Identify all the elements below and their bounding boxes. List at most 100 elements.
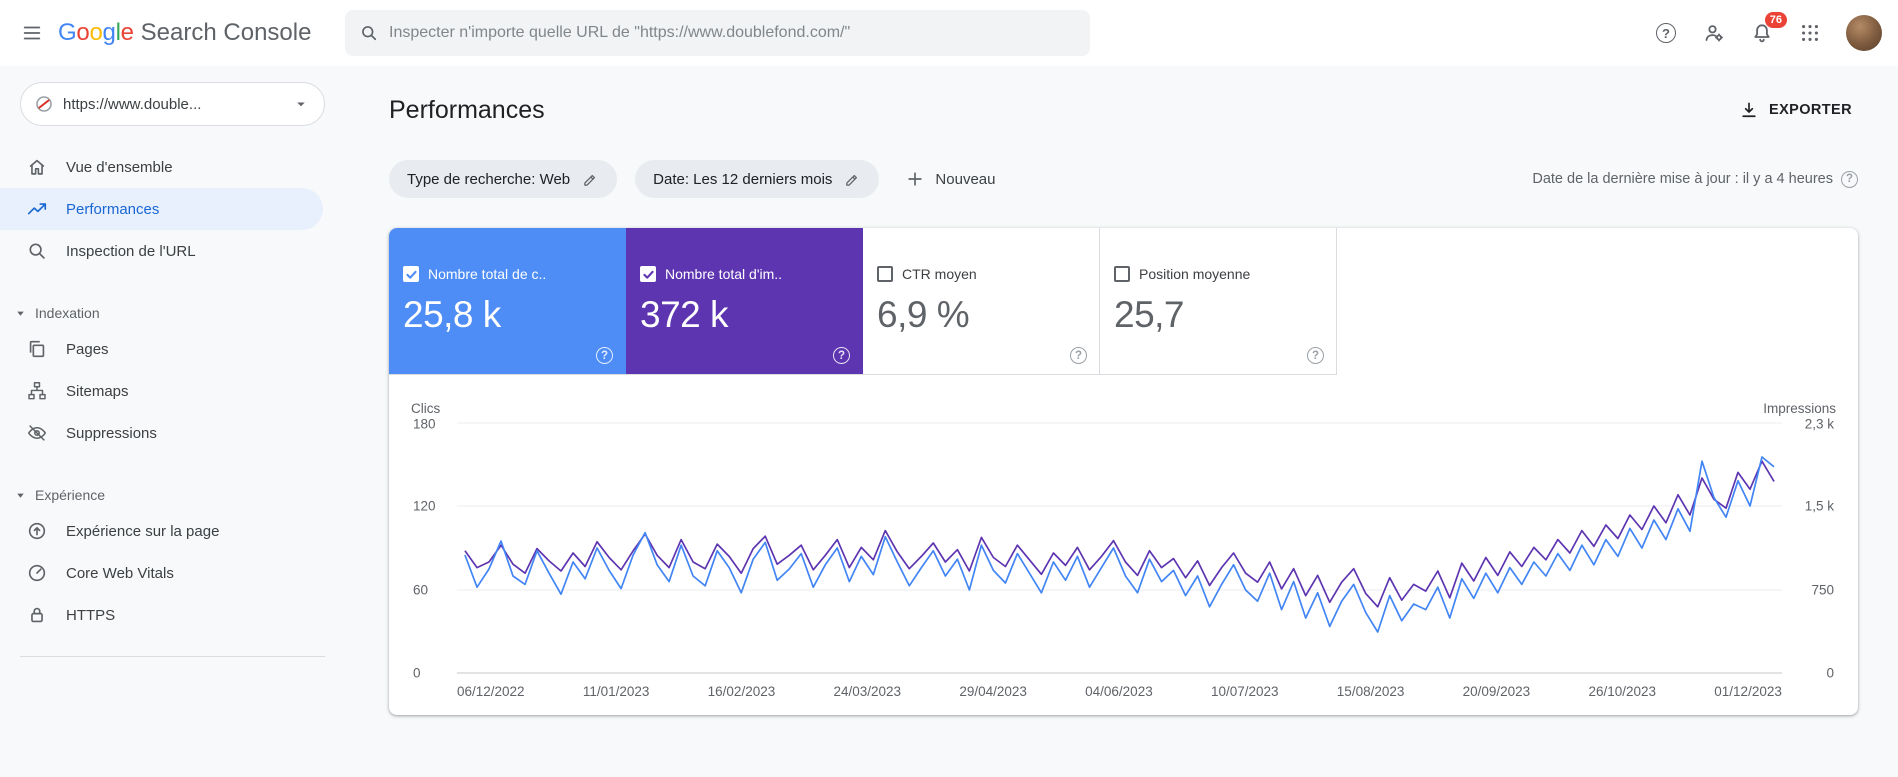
metric-value: 372 k: [640, 294, 729, 335]
axis-tick: 0: [413, 665, 421, 681]
sidebar-item-label: Core Web Vitals: [66, 564, 174, 582]
help-icon[interactable]: ?: [1070, 347, 1087, 364]
user-gear-icon: [1702, 21, 1726, 45]
new-filter-label: Nouveau: [935, 170, 996, 188]
hamburger-icon: [21, 22, 43, 44]
main-content: Performances EXPORTER Type de recherche:…: [345, 66, 1898, 777]
sidebar-item-performances[interactable]: Performances: [0, 188, 323, 230]
x-axis-label: 04/06/2023: [1085, 684, 1153, 699]
left-axis: 180 120 60 0: [411, 417, 457, 681]
magnifier-icon: [26, 240, 48, 262]
section-label: Indexation: [35, 305, 100, 321]
x-axis-label: 29/04/2023: [959, 684, 1027, 699]
sidebar-item-suppressions[interactable]: Suppressions: [0, 412, 323, 454]
sidebar-item-url-inspection[interactable]: Inspection de l'URL: [0, 230, 323, 272]
search-input[interactable]: [389, 24, 1076, 42]
product-name: Search Console: [140, 19, 312, 46]
avatar[interactable]: [1846, 15, 1882, 51]
chevron-down-icon: [15, 490, 26, 501]
last-update-text: Date de la dernière mise à jour : il y a…: [1532, 171, 1833, 187]
topbar-left: Google Search Console: [0, 11, 345, 55]
gauge-icon: [26, 562, 48, 584]
metric-value: 6,9 %: [877, 294, 970, 335]
performance-line-chart[interactable]: [457, 422, 1782, 674]
x-axis-label: 20/09/2023: [1462, 684, 1531, 699]
x-axis-label: 10/07/2023: [1210, 684, 1279, 699]
sidebar-item-label: Pages: [66, 340, 109, 358]
filter-chip-date[interactable]: Date: Les 12 derniers mois: [635, 160, 880, 198]
sidebar-item-overview[interactable]: Vue d'ensemble: [0, 146, 323, 188]
checkbox-icon[interactable]: [403, 266, 419, 282]
help-icon: ?: [1656, 23, 1676, 43]
x-axis-label: 06/12/2022: [457, 684, 525, 699]
help-icon[interactable]: ?: [1841, 170, 1858, 188]
metric-value: 25,8 k: [403, 294, 501, 335]
filter-row: Type de recherche: Web Date: Les 12 dern…: [389, 160, 1858, 198]
trending-up-icon: [26, 198, 48, 220]
metric-tiles: Nombre total de c.. 25,8 k ? Nombre tota…: [389, 228, 1337, 375]
x-axis-label: 16/02/2023: [707, 684, 776, 699]
chart-area: Clics Impressions 180 120 60 0 2,3 k 1,5…: [389, 375, 1858, 699]
sitemap-icon: [26, 380, 48, 402]
section-header-indexation[interactable]: Indexation: [0, 298, 345, 328]
sidebar-item-label: Vue d'ensemble: [66, 158, 173, 176]
sidebar-section-experience: Expérience Expérience sur la page Core W…: [0, 480, 345, 636]
property-label: https://www.double...: [63, 95, 202, 113]
metric-card-ctr[interactable]: CTR moyen 6,9 % ?: [863, 228, 1100, 374]
right-axis-caption: Impressions: [1763, 401, 1836, 416]
sidebar-item-sitemaps[interactable]: Sitemaps: [0, 370, 323, 412]
metric-card-impressions[interactable]: Nombre total d'im.. 372 k ?: [626, 228, 863, 374]
notifications: 76: [1740, 11, 1787, 55]
google-logo-text: Google: [58, 19, 134, 46]
metric-card-clicks[interactable]: Nombre total de c.. 25,8 k ?: [389, 228, 626, 374]
help-button[interactable]: ?: [1644, 11, 1688, 55]
property-selector[interactable]: https://www.double...: [20, 82, 325, 126]
help-icon[interactable]: ?: [596, 347, 613, 364]
filter-label: Type de recherche: Web: [407, 170, 571, 188]
checkbox-icon[interactable]: [640, 266, 656, 282]
sidebar-item-label: Suppressions: [66, 424, 157, 442]
axis-tick: 2,3 k: [1804, 416, 1834, 432]
help-icon[interactable]: ?: [833, 347, 850, 364]
metric-label: Position moyenne: [1139, 266, 1251, 282]
new-filter-button[interactable]: Nouveau: [897, 163, 1003, 195]
axis-tick: 180: [413, 416, 436, 432]
help-icon[interactable]: ?: [1307, 347, 1324, 364]
plus-icon: [905, 169, 925, 189]
eye-off-icon: [26, 422, 48, 444]
filter-chip-search-type[interactable]: Type de recherche: Web: [389, 160, 618, 198]
axis-tick: 120: [413, 498, 436, 514]
download-icon: [1739, 100, 1759, 120]
last-update: Date de la dernière mise à jour : il y a…: [1532, 170, 1858, 188]
pages-icon: [26, 338, 48, 360]
apps-button[interactable]: [1788, 11, 1832, 55]
section-header-experience[interactable]: Expérience: [0, 480, 345, 510]
sidebar-item-label: Performances: [66, 200, 160, 218]
x-axis-label: 01/12/2023: [1714, 684, 1782, 699]
x-axis-label: 24/03/2023: [833, 684, 902, 699]
edit-pencil-icon: [582, 171, 599, 188]
export-button[interactable]: EXPORTER: [1733, 92, 1858, 128]
checkbox-icon[interactable]: [877, 266, 893, 282]
account-settings-button[interactable]: [1692, 11, 1736, 55]
metric-label: Nombre total de c..: [428, 266, 547, 282]
sidebar-section-indexation: Indexation Pages Sitemaps Suppressions: [0, 298, 345, 454]
sidebar-item-core-web-vitals[interactable]: Core Web Vitals: [0, 552, 323, 594]
sidebar-item-pages[interactable]: Pages: [0, 328, 323, 370]
lock-icon: [26, 604, 48, 626]
home-icon: [26, 156, 48, 178]
performance-card: Nombre total de c.. 25,8 k ? Nombre tota…: [389, 228, 1858, 715]
page-title: Performances: [389, 95, 545, 124]
menu-button[interactable]: [10, 11, 54, 55]
url-inspection-searchbar[interactable]: [345, 10, 1090, 56]
metric-label: CTR moyen: [902, 266, 977, 282]
sidebar-item-https[interactable]: HTTPS: [0, 594, 323, 636]
axis-tick: 750: [1811, 582, 1834, 598]
checkbox-icon[interactable]: [1114, 266, 1130, 282]
metric-card-position[interactable]: Position moyenne 25,7 ?: [1100, 228, 1337, 374]
chevron-down-icon: [15, 308, 26, 319]
axis-tick: 0: [1826, 665, 1834, 681]
sidebar-item-label: Sitemaps: [66, 382, 129, 400]
sidebar-item-page-experience[interactable]: Expérience sur la page: [0, 510, 323, 552]
export-label: EXPORTER: [1769, 102, 1852, 118]
